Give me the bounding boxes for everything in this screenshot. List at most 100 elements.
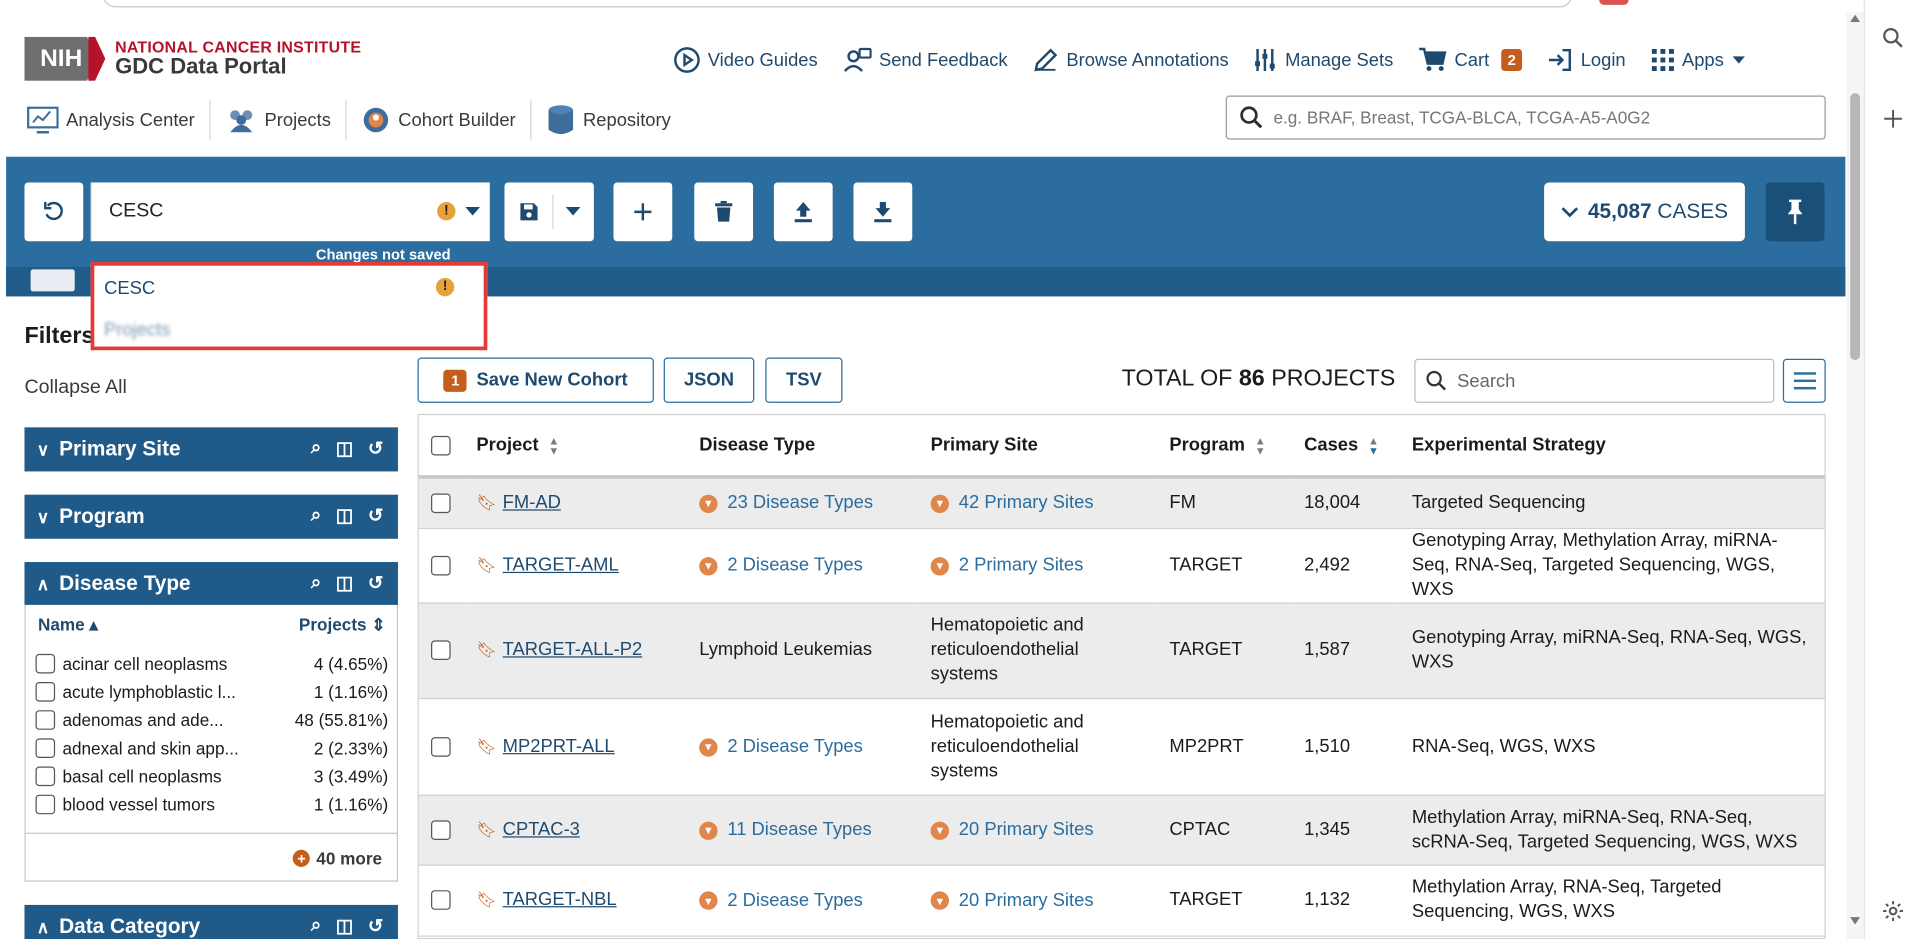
col-program[interactable]: Program ▲ ▼ bbox=[1157, 415, 1292, 476]
row-checkbox[interactable] bbox=[431, 492, 451, 513]
reset-icon[interactable]: ↺ bbox=[368, 437, 383, 459]
facet-checkbox[interactable] bbox=[35, 653, 56, 673]
disease-types-expander[interactable]: ▼ 11 Disease Types bbox=[699, 818, 872, 842]
facet-checkbox[interactable] bbox=[35, 737, 56, 758]
column-menu-button[interactable] bbox=[1782, 358, 1826, 403]
row-checkbox[interactable] bbox=[431, 819, 451, 840]
global-search-input[interactable] bbox=[1273, 107, 1813, 128]
nav-cart[interactable]: Cart 2 bbox=[1418, 47, 1522, 74]
facet-show-more[interactable]: +40 more bbox=[25, 832, 397, 882]
gear-icon[interactable] bbox=[1882, 900, 1904, 922]
facet-primary-site[interactable]: ∨ Primary Site ⌕ ◫ ↺ bbox=[24, 427, 398, 472]
project-link[interactable]: MP2PRT-ALL bbox=[503, 735, 615, 756]
nav-manage-sets[interactable]: Manage Sets bbox=[1253, 47, 1393, 74]
subnav-repository[interactable]: Repository bbox=[532, 100, 686, 139]
facet-checkbox[interactable] bbox=[35, 709, 56, 730]
facet-checkbox[interactable] bbox=[35, 765, 56, 786]
facet-row[interactable]: blood vessel tumors 1 (1.16%) bbox=[35, 790, 388, 818]
plus-icon[interactable] bbox=[1882, 108, 1904, 130]
reset-icon[interactable]: ↺ bbox=[368, 915, 383, 937]
scroll-down-arrow[interactable] bbox=[1850, 917, 1861, 925]
json-export-button[interactable]: JSON bbox=[663, 357, 755, 403]
table-search-input[interactable] bbox=[1457, 370, 1752, 392]
row-checkbox[interactable] bbox=[431, 890, 451, 910]
nav-send-feedback[interactable]: Send Feedback bbox=[842, 47, 1008, 74]
cohort-expand-toggle[interactable] bbox=[30, 269, 75, 292]
col-cases[interactable]: Cases ▲ ▼ bbox=[1292, 415, 1400, 476]
tsv-export-button[interactable]: TSV bbox=[765, 357, 843, 403]
disease-types-expander[interactable]: ▼ 23 Disease Types bbox=[699, 491, 873, 515]
search-icon[interactable]: ⌕ bbox=[311, 915, 321, 937]
disease-types-expander[interactable]: ▼ 2 Disease Types bbox=[699, 735, 863, 759]
facet-row[interactable]: adenomas and ade... 48 (55.81%) bbox=[35, 705, 388, 733]
play-circle-icon bbox=[674, 47, 700, 73]
subnav-cohort-builder[interactable]: Cohort Builder bbox=[347, 100, 532, 140]
flip-icon[interactable]: ◫ bbox=[336, 915, 353, 937]
primary-sites-expander[interactable]: ▼ 20 Primary Sites bbox=[930, 818, 1094, 842]
pencil-icon bbox=[1034, 48, 1058, 72]
pin-cohort-button[interactable] bbox=[1765, 182, 1825, 242]
facet-row[interactable]: acinar cell neoplasms 4 (4.65%) bbox=[35, 649, 388, 677]
search-icon[interactable] bbox=[1882, 27, 1904, 49]
scrollbar-thumb[interactable] bbox=[1850, 93, 1861, 361]
add-cohort-button[interactable] bbox=[613, 182, 673, 242]
facet-data-category[interactable]: ∧ Data Category ⌕ ◫ ↺ bbox=[24, 904, 398, 939]
gdc-logo[interactable]: NIH NATIONAL CANCER INSTITUTE GDC Data P… bbox=[24, 36, 361, 81]
save-cohort-button[interactable] bbox=[504, 182, 594, 242]
browser-address-bar[interactable] bbox=[102, 0, 1573, 8]
facet-row[interactable]: adnexal and skin app... 2 (2.33%) bbox=[35, 733, 388, 761]
save-new-cohort-button[interactable]: 1 Save New Cohort bbox=[417, 357, 654, 403]
cohort-option-cesc[interactable]: CESC bbox=[104, 278, 155, 299]
facet-checkbox[interactable] bbox=[35, 794, 56, 814]
subnav-projects[interactable]: Projects bbox=[211, 100, 347, 140]
nav-video-guides[interactable]: Video Guides bbox=[673, 47, 818, 74]
facet-row[interactable]: basal cell neoplasms 3 (3.49%) bbox=[35, 762, 388, 790]
row-checkbox[interactable] bbox=[431, 640, 451, 661]
project-link[interactable]: CPTAC-3 bbox=[503, 819, 580, 840]
facet-disease-type[interactable]: ∧ Disease Type ⌕ ◫ ↺ bbox=[24, 562, 398, 607]
col-project[interactable]: Project ▲ ▼ bbox=[464, 415, 687, 476]
cohort-option-projects[interactable]: Projects bbox=[104, 320, 170, 341]
collapse-all-link[interactable]: Collapse All bbox=[24, 377, 126, 399]
nav-browse-annotations[interactable]: Browse Annotations bbox=[1032, 47, 1229, 74]
primary-sites-expander[interactable]: ▼ 20 Primary Sites bbox=[930, 888, 1094, 912]
primary-sites-expander[interactable]: ▼ 2 Primary Sites bbox=[930, 553, 1083, 577]
delete-cohort-button[interactable] bbox=[694, 182, 754, 242]
project-link[interactable]: TARGET-NBL bbox=[503, 889, 617, 910]
col-label: Experimental Strategy bbox=[1411, 434, 1606, 456]
facet-sort-name[interactable]: Name ▴ bbox=[38, 615, 98, 636]
subnav-analysis-center[interactable]: Analysis Center bbox=[27, 100, 211, 140]
scroll-up-arrow[interactable] bbox=[1850, 14, 1861, 23]
page-scrollbar[interactable] bbox=[1846, 12, 1864, 939]
download-cohort-button[interactable] bbox=[853, 182, 913, 242]
project-link[interactable]: FM-AD bbox=[503, 492, 561, 513]
nav-login[interactable]: Login bbox=[1546, 47, 1626, 74]
cases-count-button[interactable]: 45,087 CASES bbox=[1544, 182, 1745, 242]
project-link[interactable]: TARGET-ALL-P2 bbox=[503, 639, 642, 660]
table-body: 🔖︎ FM-AD ▼ 23 Disease Types ▼ 42 Primary Si… bbox=[418, 476, 1825, 936]
disease-types-expander[interactable]: ▼ 2 Disease Types bbox=[699, 553, 863, 577]
flip-icon[interactable]: ◫ bbox=[336, 572, 353, 594]
search-icon[interactable]: ⌕ bbox=[311, 437, 321, 459]
facet-sort-projects[interactable]: Projects ⇕ bbox=[299, 615, 386, 636]
reset-icon[interactable]: ↺ bbox=[368, 572, 383, 594]
reset-icon[interactable]: ↺ bbox=[368, 504, 383, 527]
search-icon[interactable]: ⌕ bbox=[311, 572, 321, 594]
flip-icon[interactable]: ◫ bbox=[336, 504, 353, 527]
facet-checkbox[interactable] bbox=[35, 681, 56, 702]
discard-changes-button[interactable] bbox=[24, 182, 84, 242]
facet-program[interactable]: ∨ Program ⌕ ◫ ↺ bbox=[24, 494, 398, 539]
flip-icon[interactable]: ◫ bbox=[336, 437, 353, 459]
upload-cohort-button[interactable] bbox=[773, 182, 833, 242]
facet-row[interactable]: acute lymphoblastic l... 1 (1.16%) bbox=[35, 677, 388, 705]
primary-sites-expander[interactable]: ▼ 42 Primary Sites bbox=[930, 491, 1094, 515]
project-link[interactable]: TARGET-AML bbox=[503, 554, 619, 575]
select-all-checkbox[interactable] bbox=[431, 435, 451, 456]
search-icon[interactable]: ⌕ bbox=[311, 504, 321, 526]
row-checkbox[interactable] bbox=[431, 736, 451, 757]
cohort-select[interactable]: CESC ! bbox=[90, 182, 490, 242]
disease-types-expander[interactable]: ▼ 2 Disease Types bbox=[699, 888, 863, 912]
row-checkbox[interactable] bbox=[431, 555, 451, 575]
total-count: 86 bbox=[1238, 366, 1265, 392]
nav-apps[interactable]: Apps bbox=[1650, 48, 1746, 72]
